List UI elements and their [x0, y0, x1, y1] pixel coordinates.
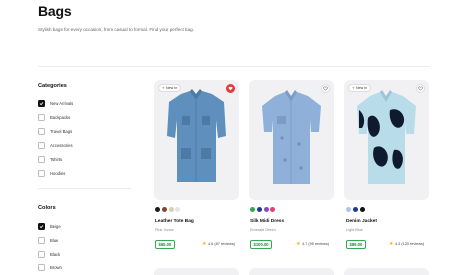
product-card-partial[interactable]: [344, 268, 429, 275]
swatch[interactable]: [155, 207, 160, 212]
product-price: $89.00: [346, 240, 366, 249]
new-in-badge: ✧ New In: [158, 84, 182, 92]
heart-icon[interactable]: [321, 84, 330, 93]
filter-color-brown[interactable]: Brown: [38, 263, 62, 271]
filter-category-hoodies[interactable]: Hoodies: [38, 169, 65, 177]
swatch[interactable]: [263, 207, 269, 212]
filter-category-tshirts[interactable]: Tshirts: [38, 155, 62, 163]
filter-label: Brown: [50, 264, 62, 270]
checkbox-icon[interactable]: [38, 155, 45, 163]
badge-label: New In: [356, 86, 368, 90]
sparkle-icon: ✧: [352, 86, 356, 90]
product-price: $65.00: [155, 240, 175, 249]
filter-color-black[interactable]: Black: [38, 250, 60, 258]
swatch[interactable]: [168, 207, 174, 212]
heart-icon[interactable]: [226, 84, 235, 93]
checkbox-icon[interactable]: [38, 141, 45, 149]
checkbox-checked-icon[interactable]: [38, 99, 45, 107]
shirt-image: [357, 90, 416, 184]
product-card-partial[interactable]: [154, 268, 239, 275]
header-divider: [38, 66, 430, 67]
product-rating: ★ 4.6 (87 reviews): [202, 241, 235, 247]
product-color: Light Blue: [346, 228, 363, 232]
page-title: Bags: [38, 3, 72, 19]
filter-label: Blue: [50, 237, 59, 243]
filter-label: Backpacks: [50, 114, 71, 120]
swatch[interactable]: [352, 207, 358, 212]
filter-category-travel-bags[interactable]: Travel Bags: [38, 127, 72, 135]
swatch[interactable]: [270, 207, 276, 212]
product-image-1[interactable]: ✧ New In: [154, 80, 239, 200]
sparkle-icon: ✧: [162, 86, 166, 90]
checkbox-icon[interactable]: [38, 263, 45, 271]
swatch[interactable]: [359, 207, 365, 212]
star-icon: ★: [202, 241, 207, 247]
filter-label: Tshirts: [50, 156, 63, 162]
filter-category-accessories[interactable]: Accessories: [38, 141, 73, 149]
filter-label: Black: [50, 251, 61, 257]
product-color: Pink Yonce: [155, 228, 174, 232]
checkbox-icon[interactable]: [38, 127, 45, 135]
checkbox-icon[interactable]: [38, 113, 45, 121]
filter-category-backpacks[interactable]: Backpacks: [38, 113, 70, 121]
product-name[interactable]: Leather Tote Bag: [155, 219, 194, 224]
product-rating: ★ 4.3 (120 reviews): [389, 241, 424, 247]
swatch[interactable]: [250, 207, 255, 212]
checkbox-checked-icon[interactable]: [38, 222, 45, 230]
rating-text: 4.6 (87 reviews): [207, 242, 235, 246]
filter-label: Beige: [50, 223, 61, 229]
colors-title: Colors: [38, 205, 56, 211]
swatch[interactable]: [346, 207, 351, 212]
color-swatches: [155, 207, 182, 212]
filter-color-blue[interactable]: Blue: [38, 236, 58, 244]
star-icon: ★: [296, 241, 301, 247]
new-in-badge: ✧ New In: [348, 84, 372, 92]
rating-text: 4.7 (95 reviews): [301, 242, 329, 246]
filter-label: New Arrivals: [50, 100, 74, 106]
product-card-partial[interactable]: [249, 268, 334, 275]
checkbox-icon[interactable]: [38, 250, 45, 258]
checkbox-icon[interactable]: [38, 236, 45, 244]
heart-icon[interactable]: [416, 84, 425, 93]
swatch[interactable]: [175, 207, 181, 212]
color-swatches: [346, 207, 366, 212]
checkbox-icon[interactable]: [38, 169, 45, 177]
filter-label: Accessories: [50, 142, 73, 148]
product-name[interactable]: Silk Midi Dress: [250, 219, 284, 224]
product-name[interactable]: Denim Jacket: [346, 219, 377, 224]
shirt-image: [167, 89, 226, 182]
product-color: Emerald Green: [250, 228, 276, 232]
filter-label: Travel Bags: [50, 128, 73, 134]
product-price: $100.00: [250, 240, 273, 249]
filter-label: Hoodies: [50, 170, 66, 176]
filter-category-new-arrivals[interactable]: New Arrivals: [38, 99, 73, 107]
sidebar-divider: [38, 188, 131, 189]
badge-label: New In: [166, 86, 178, 90]
star-icon: ★: [389, 241, 394, 247]
swatch[interactable]: [256, 207, 262, 212]
categories-title: Categories: [38, 83, 67, 89]
filter-color-beige[interactable]: Beige: [38, 222, 61, 230]
swatch[interactable]: [161, 207, 167, 212]
color-swatches: [250, 207, 277, 212]
product-rating: ★ 4.7 (95 reviews): [296, 241, 329, 247]
shirt-image: [262, 90, 321, 184]
rating-text: 4.3 (120 reviews): [394, 242, 425, 246]
page-subtitle: Stylish bags for every occasion, from ca…: [38, 27, 195, 32]
product-image-2[interactable]: [249, 80, 334, 200]
product-image-3[interactable]: ✧ New In: [344, 80, 429, 200]
